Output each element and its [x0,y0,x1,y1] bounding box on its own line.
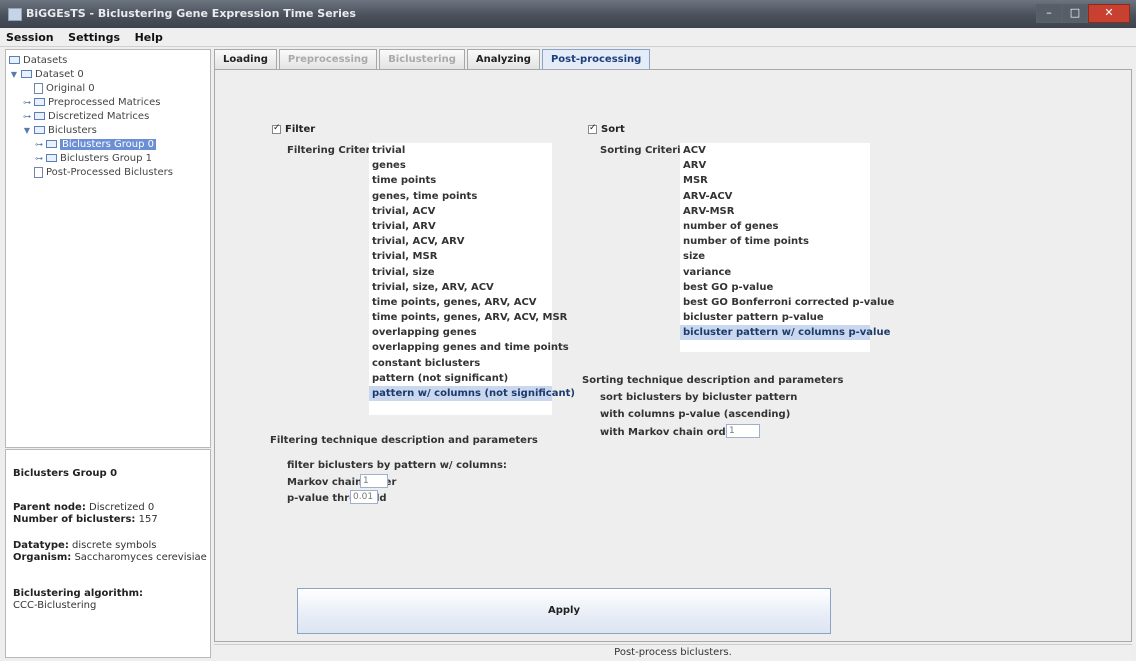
collapse-toggle-icon[interactable]: ▼ [22,126,32,135]
filter-criteria-item[interactable]: time points [369,173,552,188]
folder-icon [21,70,32,78]
filter-technique-desc: filter biclusters by pattern w/ columns: [287,460,507,471]
filter-criteria-item[interactable]: overlapping genes [369,325,552,340]
filter-criteria-item[interactable]: constant biclusters [369,356,552,371]
expand-toggle-icon[interactable]: ⊶ [22,98,32,107]
info-parent: Parent node: Discretized 0 [13,502,155,513]
sort-technique-heading: Sorting technique description and parame… [582,375,844,386]
filter-criteria-item[interactable]: pattern w/ columns (not significant) [369,386,575,402]
expand-toggle-icon[interactable]: ⊶ [34,154,44,163]
menu-session[interactable]: Session [0,28,59,44]
filtering-criteria-label: Filtering Criteria [287,145,381,156]
filter-criteria-item[interactable]: trivial, size, ARV, ACV [369,280,552,295]
tree-node-post-processed[interactable]: Post-Processed Biclusters [34,165,173,179]
sort-criteria-item[interactable]: ARV-MSR [680,204,870,219]
sorting-criteria-label: Sorting Criteria [600,145,688,156]
window-title: BiGGEsTS - Biclustering Gene Expression … [26,7,356,20]
info-datatype: Datatype: discrete symbols [13,540,157,551]
filter-criteria-item[interactable]: trivial, ARV [369,219,552,234]
close-button[interactable]: ✕ [1088,4,1130,23]
window-controls: – □ ✕ [1036,4,1130,23]
tab-analyzing[interactable]: Analyzing [466,49,540,69]
sort-criteria-item[interactable]: MSR [680,173,870,188]
filter-criteria-item[interactable]: overlapping genes and time points [369,340,569,355]
info-heading: Biclusters Group 0 [13,468,118,479]
tab-strip: Loading Preprocessing Biclustering Analy… [214,49,652,69]
filter-criteria-item[interactable]: pattern (not significant) [369,371,552,386]
sorting-criteria-list[interactable]: ACV ARV MSR ARV-ACV ARV-MSR number of genes nu… [680,143,894,352]
app-icon [8,8,22,21]
menu-bar: Session Settings Help [0,28,1136,47]
filter-criteria-item[interactable]: time points, genes, ARV, ACV [369,295,552,310]
document-icon [34,166,43,178]
sort-criteria-item[interactable]: size [680,249,870,264]
document-icon [34,82,43,94]
dataset-tree[interactable]: Datasets ▼ Dataset 0 Original 0 ⊶ Preproce… [5,49,211,448]
tree-node-biclusters-group-0[interactable]: ⊶ Biclusters Group 0 [34,137,157,151]
pvalue-threshold-input[interactable]: 0.01 [350,490,378,504]
menu-help[interactable]: Help [129,28,168,44]
tree-node-preprocessed[interactable]: ⊶ Preprocessed Matrices [22,95,160,109]
folder-icon [9,56,20,64]
checked-icon [272,123,281,134]
info-algorithm-label: Biclustering algorithm: [13,588,144,599]
menu-settings[interactable]: Settings [62,28,125,44]
node-info-panel: Biclusters Group 0 Parent node: Discreti… [5,449,211,658]
filter-criteria-item[interactable]: time points, genes, ARV, ACV, MSR [369,310,567,325]
tree-node-biclusters[interactable]: ▼ Biclusters [22,123,97,137]
checked-icon [588,123,597,134]
expand-toggle-icon[interactable]: ⊶ [22,112,32,121]
sort-criteria-item[interactable]: bicluster pattern w/ columns p-value [680,325,890,341]
sort-markov-label: with Markov chain order [600,427,738,438]
tree-node-original-0[interactable]: Original 0 [34,81,95,95]
filter-criteria-item[interactable]: genes, time points [369,189,552,204]
sort-criteria-item[interactable]: variance [680,265,870,280]
folder-icon [34,98,45,106]
sort-criteria-item[interactable]: best GO Bonferroni corrected p-value [680,295,894,310]
expand-toggle-icon[interactable]: ⊶ [34,140,44,149]
sort-criteria-item[interactable]: ARV [680,158,870,173]
sort-technique-desc2: with columns p-value (ascending) [600,409,791,420]
filter-criteria-item[interactable]: trivial [369,143,552,158]
folder-icon [46,140,57,148]
title-bar: BiGGEsTS - Biclustering Gene Expression … [0,0,1136,28]
sort-criteria-item[interactable]: best GO p-value [680,280,870,295]
info-number: Number of biclusters: 157 [13,514,158,525]
minimize-button[interactable]: – [1036,4,1062,23]
sort-criteria-item[interactable]: number of genes [680,219,870,234]
tree-node-dataset-0[interactable]: ▼ Dataset 0 [9,67,84,81]
status-bar: Post-process biclusters. [214,644,1132,661]
tab-loading[interactable]: Loading [214,49,277,69]
tab-post-processing[interactable]: Post-processing [541,49,651,69]
tree-node-biclusters-group-1[interactable]: ⊶ Biclusters Group 1 [34,151,152,165]
tab-preprocessing: Preprocessing [278,49,378,69]
info-algorithm-value: CCC-Biclustering [13,600,97,611]
collapse-toggle-icon[interactable]: ▼ [9,70,19,79]
folder-icon [34,112,45,120]
filter-criteria-item[interactable]: genes [369,158,552,173]
sort-criteria-item[interactable]: number of time points [680,234,870,249]
tab-biclustering: Biclustering [379,49,465,69]
filter-criteria-item[interactable]: trivial, ACV, ARV [369,234,552,249]
filter-criteria-item[interactable]: trivial, MSR [369,249,552,264]
sort-criteria-item[interactable]: bicluster pattern p-value [680,310,870,325]
filter-markov-input[interactable]: 1 [360,474,388,488]
apply-button[interactable]: Apply [297,588,831,634]
filter-criteria-item[interactable]: trivial, size [369,265,552,280]
tree-node-datasets[interactable]: Datasets [9,53,67,67]
sort-criteria-item[interactable]: ACV [680,143,870,158]
filter-criteria-item[interactable]: trivial, ACV [369,204,552,219]
filtering-criteria-list[interactable]: trivial genes time points genes, time point… [369,143,575,415]
sort-criteria-item[interactable]: ARV-ACV [680,189,870,204]
filter-checkbox[interactable]: Filter [272,123,315,135]
info-organism: Organism: Saccharomyces cerevisiae [13,552,207,563]
folder-icon [46,154,57,162]
sort-checkbox[interactable]: Sort [588,123,625,135]
tree-node-discretized[interactable]: ⊶ Discretized Matrices [22,109,149,123]
sort-markov-input[interactable]: 1 [726,424,760,438]
folder-icon [34,126,45,134]
filter-technique-heading: Filtering technique description and para… [270,435,538,446]
maximize-button[interactable]: □ [1062,4,1088,23]
sort-technique-desc: sort biclusters by bicluster pattern [600,392,798,403]
